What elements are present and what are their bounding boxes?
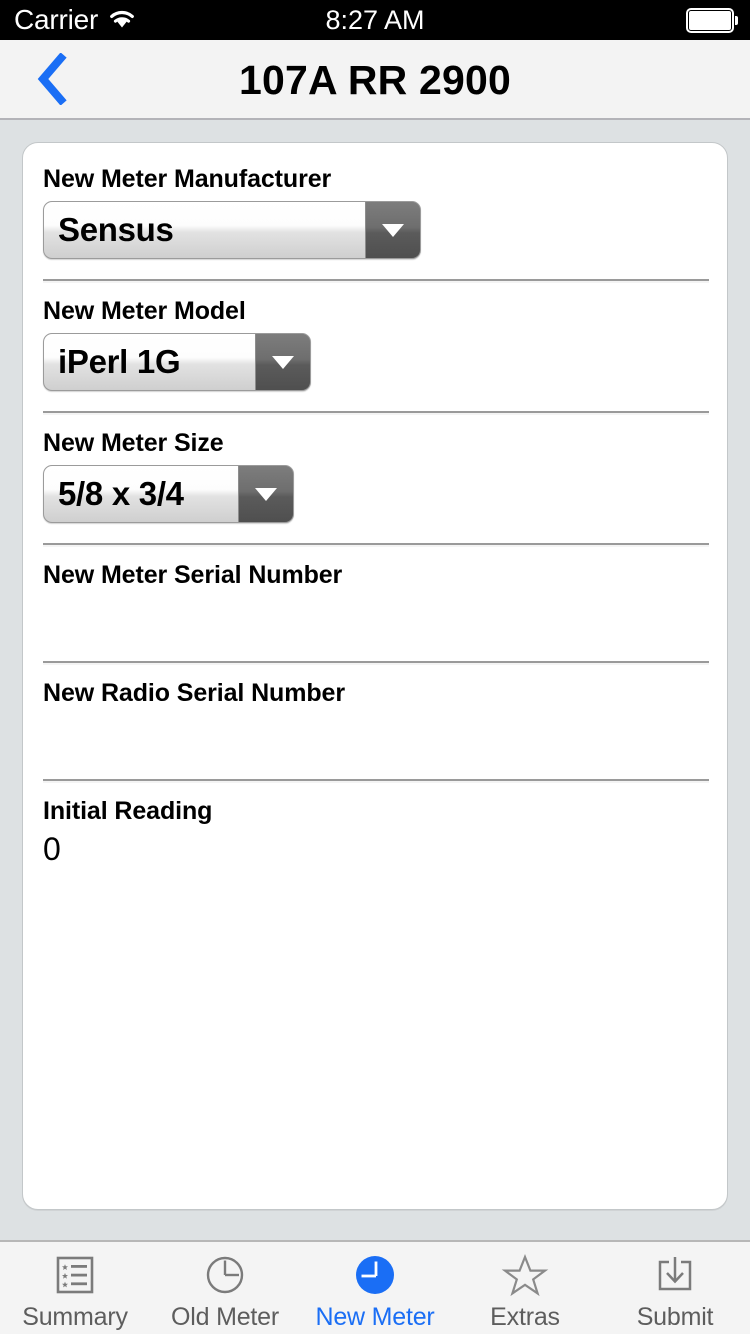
tab-label: Old Meter [171,1303,279,1332]
field-label: New Meter Serial Number [43,561,709,589]
chevron-left-icon [35,53,69,108]
new-meter-serial-number-input[interactable] [43,589,709,635]
nav-bar: 107A RR 2900 [0,40,750,120]
tab-label: Extras [490,1303,560,1332]
tab-label: Submit [637,1303,714,1332]
clock-filled-icon [351,1251,399,1299]
initial-reading-input[interactable]: 0 [43,825,709,871]
field-new-meter-model: New Meter Model iPerl 1G [23,283,727,411]
tab-summary[interactable]: Summary [0,1242,150,1334]
new-meter-manufacturer-select[interactable]: Sensus [43,201,421,259]
field-initial-reading: Initial Reading 0 [23,783,727,871]
status-bar-right [686,8,738,33]
select-value: iPerl 1G [44,334,256,390]
field-new-meter-manufacturer: New Meter Manufacturer Sensus [23,165,727,279]
app-screen: Carrier 8:27 AM 107A RR 2900 [0,0,750,1334]
chevron-down-icon [366,202,420,258]
battery-full-icon [686,8,738,33]
field-new-meter-size: New Meter Size 5/8 x 3/4 [23,415,727,543]
new-radio-serial-number-input[interactable] [43,707,709,753]
clock-icon [201,1251,249,1299]
new-meter-size-select[interactable]: 5/8 x 3/4 [43,465,294,523]
status-bar-time: 8:27 AM [0,5,750,36]
status-bar: Carrier 8:27 AM [0,0,750,40]
tab-label: Summary [22,1303,128,1332]
checklist-icon [51,1251,99,1299]
tab-submit[interactable]: Submit [600,1242,750,1334]
new-meter-model-select[interactable]: iPerl 1G [43,333,311,391]
tab-old-meter[interactable]: Old Meter [150,1242,300,1334]
chevron-down-icon [239,466,293,522]
field-new-meter-serial-number: New Meter Serial Number [23,547,727,661]
tab-extras[interactable]: Extras [450,1242,600,1334]
field-new-radio-serial-number: New Radio Serial Number [23,665,727,779]
back-button[interactable] [22,40,82,120]
field-label: New Meter Size [43,429,709,457]
download-tray-icon [651,1251,699,1299]
chevron-down-icon [256,334,310,390]
tab-new-meter[interactable]: New Meter [300,1242,450,1334]
field-label: New Meter Model [43,297,709,325]
form-card: New Meter Manufacturer Sensus New Meter … [22,142,728,1210]
page-title: 107A RR 2900 [0,40,750,120]
tab-bar: Summary Old Meter New Meter [0,1240,750,1334]
field-label: New Radio Serial Number [43,679,709,707]
field-label: Initial Reading [43,797,709,825]
star-icon [501,1251,549,1299]
field-label: New Meter Manufacturer [43,165,709,193]
form-field-list: New Meter Manufacturer Sensus New Meter … [23,143,727,871]
select-value: Sensus [44,202,366,258]
select-value: 5/8 x 3/4 [44,466,239,522]
tab-label: New Meter [315,1303,434,1332]
